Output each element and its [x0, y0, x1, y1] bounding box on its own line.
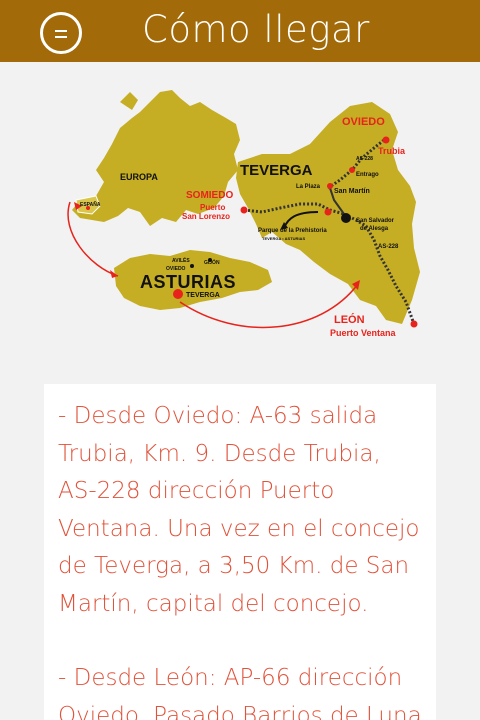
trubia-point [382, 136, 390, 144]
label-aviles: AVILÉS [172, 258, 190, 264]
label-espana: ESPAÑA [80, 202, 101, 208]
directions-card: - Desde Oviedo: A-63 salida Trubia, Km. … [44, 384, 436, 720]
label-entrago: Entrago [356, 172, 379, 178]
label-asturias: ASTURIAS [140, 272, 237, 292]
label-trubia: Trubia [378, 146, 406, 156]
scandinavia-shape [120, 92, 138, 110]
label-san-salvador-1: San Salvador [356, 218, 395, 224]
directions-oviedo: - Desde Oviedo: A-63 salida Trubia, Km. … [58, 403, 420, 617]
label-europa: EUROPA [120, 172, 158, 182]
map-illustration [67, 90, 420, 329]
leon-point [410, 320, 418, 328]
laplaza-point [327, 183, 333, 189]
label-somiedo: SOMIEDO [186, 190, 234, 201]
label-oviedo: OVIEDO [342, 116, 385, 128]
label-as228-top: AS-228 [356, 156, 373, 162]
label-oviedo-small: OVIEDO [166, 266, 186, 272]
somiedo-point [240, 206, 248, 214]
label-leon: LEÓN [334, 314, 365, 326]
label-as228: AS-228 [378, 244, 399, 250]
label-san-martin: San Martín [334, 188, 370, 195]
label-san-salvador-2: de Alesga [360, 226, 389, 232]
page-title: Cómo llegar [142, 8, 370, 51]
label-teverga: TEVERGA [240, 162, 313, 179]
entrago-point [349, 167, 355, 173]
menu-button[interactable] [40, 12, 82, 54]
label-gijon: GIJÓN [204, 260, 220, 266]
label-la-plaza: La Plaza [296, 184, 321, 190]
label-parque: Parque de la Prehistoria [258, 228, 327, 234]
label-puerto-1: Puerto [200, 203, 226, 212]
menu-icon [55, 30, 67, 32]
label-teverga-small: TEVERGA [186, 292, 220, 299]
location-map: EUROPA ESPAÑA TEVERGA ASTURIAS TEVERGA O… [0, 62, 480, 380]
oviedo-point [190, 264, 194, 268]
sanmartin-point [324, 208, 332, 216]
label-parque-sub: TEVERGA • ASTURIAS [262, 236, 306, 241]
app-header: Cómo llegar [0, 0, 480, 62]
label-puerto-ventana: Puerto Ventana [330, 328, 396, 338]
menu-icon-bar [55, 36, 67, 38]
directions-leon: - Desde León: AP-66 dirección Oviedo. Pa… [58, 665, 422, 720]
label-puerto-2: San Lorenzo [182, 212, 231, 221]
sansalvador-point [341, 213, 351, 223]
